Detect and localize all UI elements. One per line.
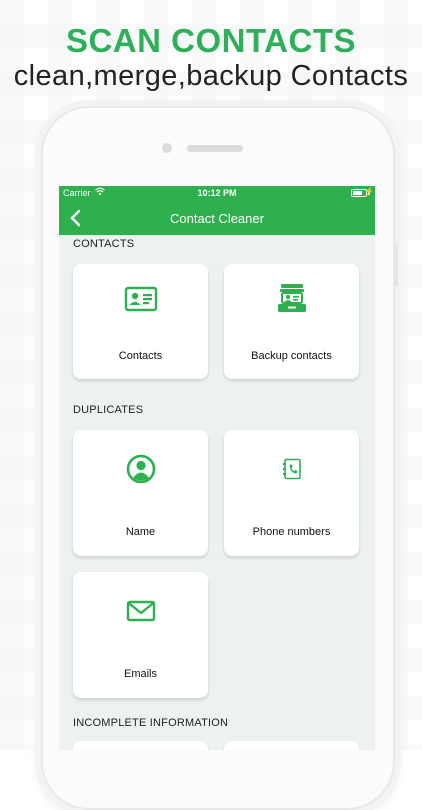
contacts-card-label: Contacts — [118, 350, 163, 362]
phone-side-button — [394, 243, 398, 287]
section-incomplete-label: INCOMPLETE INFORMATION — [73, 717, 229, 729]
phone-book-icon — [224, 458, 359, 480]
backup-contacts-card[interactable]: Backup contacts — [224, 264, 359, 379]
envelope-icon — [73, 600, 208, 622]
section-duplicates-label: DUPLICATES — [73, 404, 144, 416]
duplicate-name-label: Name — [125, 526, 156, 538]
nav-title: Contact Cleaner — [170, 211, 264, 226]
app-screen: Carrier 10:12 PM ⚡ Contact Cleaner CONTA… — [59, 186, 375, 750]
user-circle-icon — [73, 454, 208, 484]
status-time: 10:12 PM — [197, 188, 237, 198]
backup-box-icon — [224, 282, 359, 314]
duplicate-emails-label: Emails — [123, 668, 157, 680]
status-bar: Carrier 10:12 PM ⚡ — [59, 186, 375, 202]
duplicate-phone-label: Phone numbers — [252, 526, 331, 538]
duplicate-phone-card[interactable]: Phone numbers — [224, 430, 359, 556]
phone-camera — [162, 143, 172, 153]
duplicate-emails-card[interactable]: Emails — [73, 572, 208, 698]
charging-icon: ⚡ — [364, 187, 374, 196]
contacts-card[interactable]: Contacts — [73, 264, 208, 379]
incomplete-card-right[interactable] — [224, 741, 359, 750]
promo-subline: clean,merge,backup Contacts — [13, 60, 409, 92]
contact-card-icon — [73, 286, 208, 312]
promo-headline: SCAN CONTACTS — [65, 22, 357, 59]
duplicate-name-card[interactable]: Name — [73, 430, 208, 556]
section-contacts-label: CONTACTS — [73, 238, 135, 250]
phone-speaker — [187, 145, 243, 152]
navigation-bar: Contact Cleaner — [59, 202, 375, 235]
backup-contacts-card-label: Backup contacts — [251, 350, 332, 362]
incomplete-card-left[interactable] — [73, 741, 208, 750]
